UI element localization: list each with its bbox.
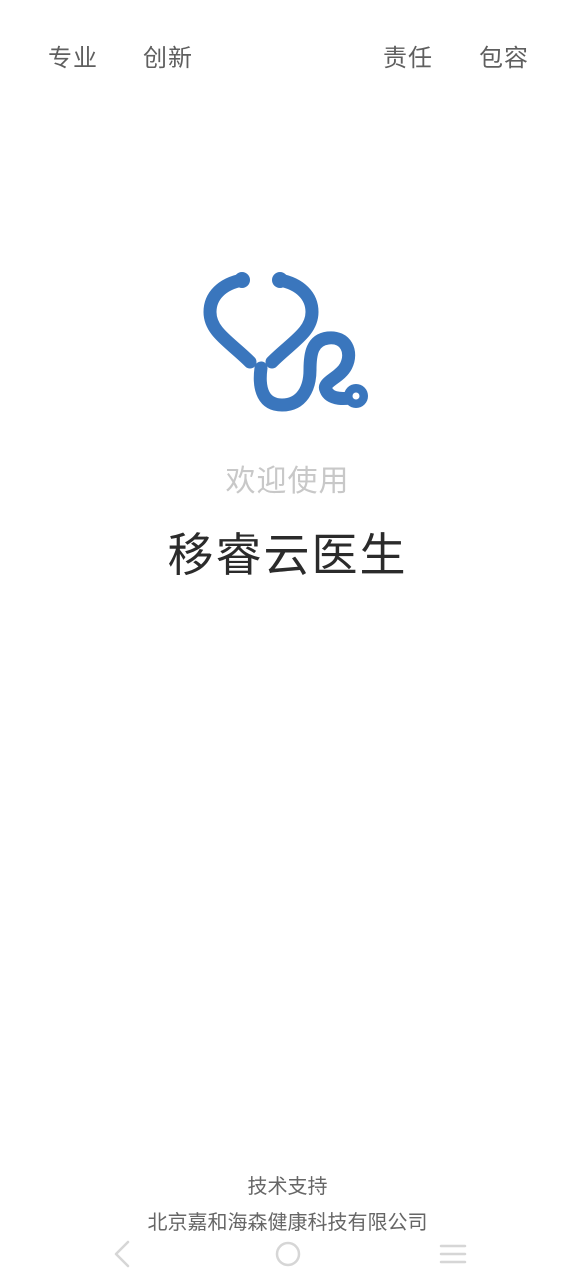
home-circle-icon[interactable] — [270, 1236, 306, 1272]
app-name: 移睿云医生 — [167, 528, 408, 582]
tagline-responsibility: 责任 — [383, 44, 433, 72]
menu-lines-icon[interactable] — [435, 1236, 471, 1272]
system-nav-bar — [0, 1232, 575, 1272]
tagline-inclusiveness: 包容 — [479, 44, 529, 72]
welcome-text: 欢迎使用 — [225, 464, 350, 499]
tagline-professional: 专业 — [48, 44, 98, 72]
tagline-innovation: 创新 — [143, 44, 193, 72]
stethoscope-icon — [203, 272, 368, 412]
tech-support-label: 技术支持 — [247, 1174, 328, 1198]
back-chevron-icon[interactable] — [104, 1236, 140, 1272]
